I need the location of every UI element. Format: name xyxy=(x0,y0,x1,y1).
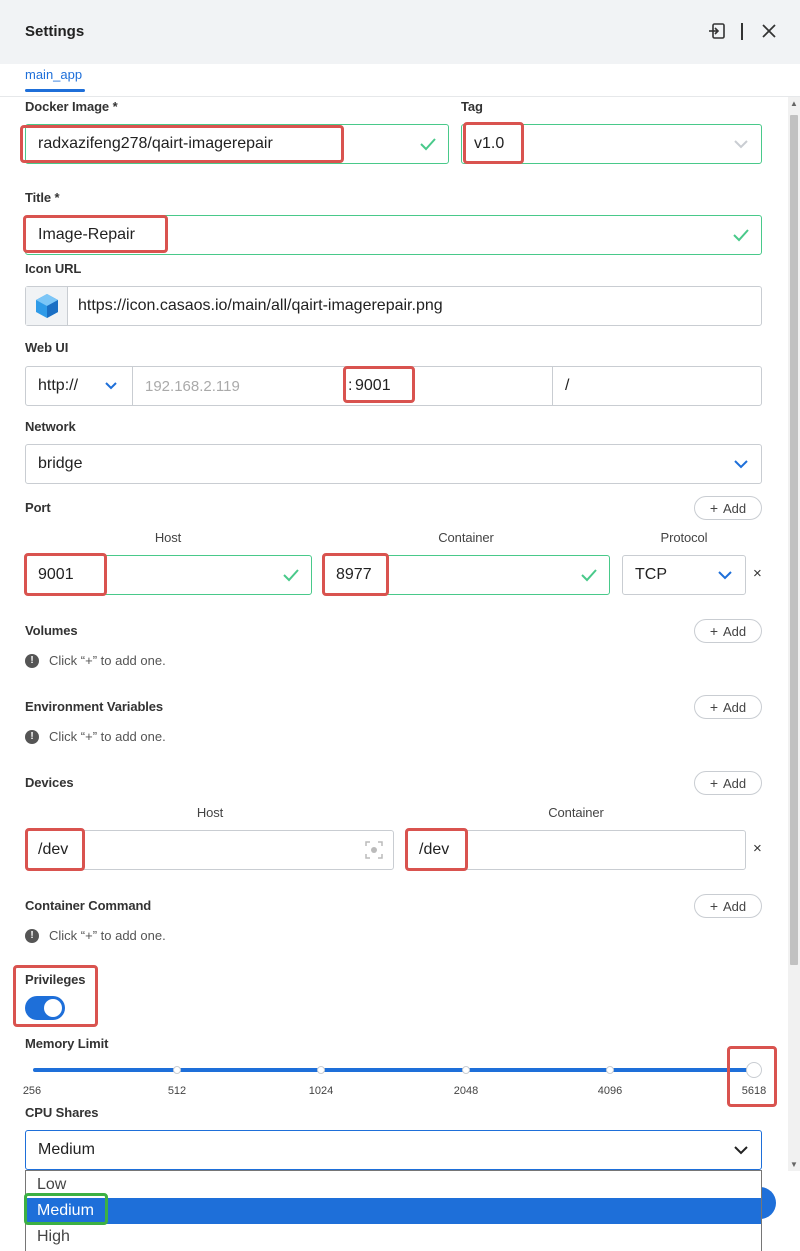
tab-underline xyxy=(25,89,85,92)
host-placeholder: 192.168.2.119 xyxy=(145,378,240,395)
chevron-down-icon xyxy=(733,137,749,156)
port-host-header: Host xyxy=(154,530,182,545)
icon-url-value: https://icon.casaos.io/main/all/qairt-im… xyxy=(78,297,443,314)
cpu-shares-label: CPU Shares xyxy=(25,1105,99,1120)
cube-app-icon xyxy=(26,287,68,325)
add-volume-button[interactable]: + Add xyxy=(694,619,762,643)
port-protocol-header: Protocol xyxy=(660,530,708,545)
devices-label: Devices xyxy=(25,775,74,790)
device-host-header: Host xyxy=(196,805,224,820)
docker-image-label: Docker Image * xyxy=(25,99,118,114)
web-ui-label: Web UI xyxy=(25,340,69,355)
title-label: Title * xyxy=(25,190,60,205)
highlight-box xyxy=(24,553,107,596)
scroll-down-arrow[interactable]: ▼ xyxy=(790,1160,798,1169)
add-env-var-button[interactable]: + Add xyxy=(694,695,762,719)
scheme-value: http:// xyxy=(38,377,79,394)
check-icon xyxy=(579,565,599,590)
add-command-button[interactable]: + Add xyxy=(694,894,762,918)
cpu-shares-select[interactable]: Medium xyxy=(25,1130,762,1170)
slider-tick-dot xyxy=(462,1066,470,1074)
exclamation-icon: ! xyxy=(25,653,39,668)
container-command-label: Container Command xyxy=(25,898,152,913)
icon-url-input[interactable]: https://icon.casaos.io/main/all/qairt-im… xyxy=(25,286,762,326)
dialog-header: Settings xyxy=(0,0,800,64)
scan-icon[interactable] xyxy=(365,841,383,864)
highlight-box xyxy=(24,1193,108,1225)
network-label: Network xyxy=(25,419,76,434)
highlight-box xyxy=(13,965,98,1027)
highlight-box xyxy=(727,1046,777,1107)
cpu-shares-value: Medium xyxy=(38,1141,95,1158)
scrollbar[interactable]: ▲ ▼ xyxy=(788,97,800,1171)
exclamation-icon: ! xyxy=(25,729,39,744)
tag-label: Tag xyxy=(461,99,483,114)
tab-bar: main_app xyxy=(0,64,800,97)
header-divider xyxy=(741,23,743,40)
highlight-box xyxy=(20,125,344,163)
tab-main-app[interactable]: main_app xyxy=(25,67,82,82)
cpu-shares-dropdown: Low Medium High xyxy=(25,1170,762,1251)
volumes-label: Volumes xyxy=(25,623,78,638)
memory-tick-label: 2048 xyxy=(453,1085,479,1097)
check-icon xyxy=(418,134,438,159)
slider-tick-dot xyxy=(173,1066,181,1074)
check-icon xyxy=(731,225,751,250)
chevron-down-icon xyxy=(733,1143,749,1162)
remove-device-button[interactable]: × xyxy=(753,840,762,857)
highlight-box xyxy=(23,215,168,253)
chevron-down-icon xyxy=(104,379,118,398)
cpu-option-high[interactable]: High xyxy=(26,1224,761,1250)
memory-tick-label: 512 xyxy=(167,1085,187,1097)
highlight-box xyxy=(463,122,524,164)
check-icon xyxy=(281,565,301,590)
memory-limit-label: Memory Limit xyxy=(25,1036,109,1051)
device-container-header: Container xyxy=(548,805,604,820)
port-label: Port xyxy=(25,500,51,515)
scrollbar-thumb[interactable] xyxy=(790,115,798,965)
add-port-button[interactable]: + Add xyxy=(694,496,762,520)
dialog-title: Settings xyxy=(25,23,85,40)
highlight-box xyxy=(322,553,389,596)
memory-slider-track[interactable] xyxy=(33,1068,755,1072)
cpu-option-medium[interactable]: Medium xyxy=(26,1198,761,1224)
protocol-select[interactable]: TCP xyxy=(622,555,746,595)
scroll-up-arrow[interactable]: ▲ xyxy=(790,99,798,108)
memory-tick-label: 4096 xyxy=(597,1085,623,1097)
highlight-box xyxy=(25,828,85,871)
chevron-down-icon xyxy=(733,457,749,476)
memory-tick-label: 1024 xyxy=(308,1085,334,1097)
cpu-option-low[interactable]: Low xyxy=(26,1172,761,1198)
network-select[interactable]: bridge xyxy=(25,444,762,484)
icon-url-label: Icon URL xyxy=(25,261,82,276)
close-icon[interactable] xyxy=(758,20,780,42)
env-vars-label: Environment Variables xyxy=(25,699,164,714)
volumes-hint: ! Click “+” to add one. xyxy=(25,653,166,668)
network-value: bridge xyxy=(38,455,83,472)
path-input[interactable]: / xyxy=(552,367,761,405)
port-container-header: Container xyxy=(438,530,494,545)
chevron-down-icon xyxy=(717,568,733,587)
slider-tick-dot xyxy=(317,1066,325,1074)
container-command-hint: ! Click “+” to add one. xyxy=(25,928,166,943)
protocol-value: TCP xyxy=(635,566,667,583)
env-vars-hint: ! Click “+” to add one. xyxy=(25,729,166,744)
exclamation-icon: ! xyxy=(25,928,39,943)
remove-port-button[interactable]: × xyxy=(753,565,762,582)
memory-tick-label: 256 xyxy=(22,1085,42,1097)
path-value: / xyxy=(565,377,570,394)
export-icon[interactable] xyxy=(706,20,728,42)
slider-tick-dot xyxy=(606,1066,614,1074)
add-device-button[interactable]: + Add xyxy=(694,771,762,795)
scheme-select[interactable]: http:// xyxy=(26,367,133,405)
highlight-box xyxy=(405,828,468,871)
highlight-box xyxy=(343,366,415,403)
